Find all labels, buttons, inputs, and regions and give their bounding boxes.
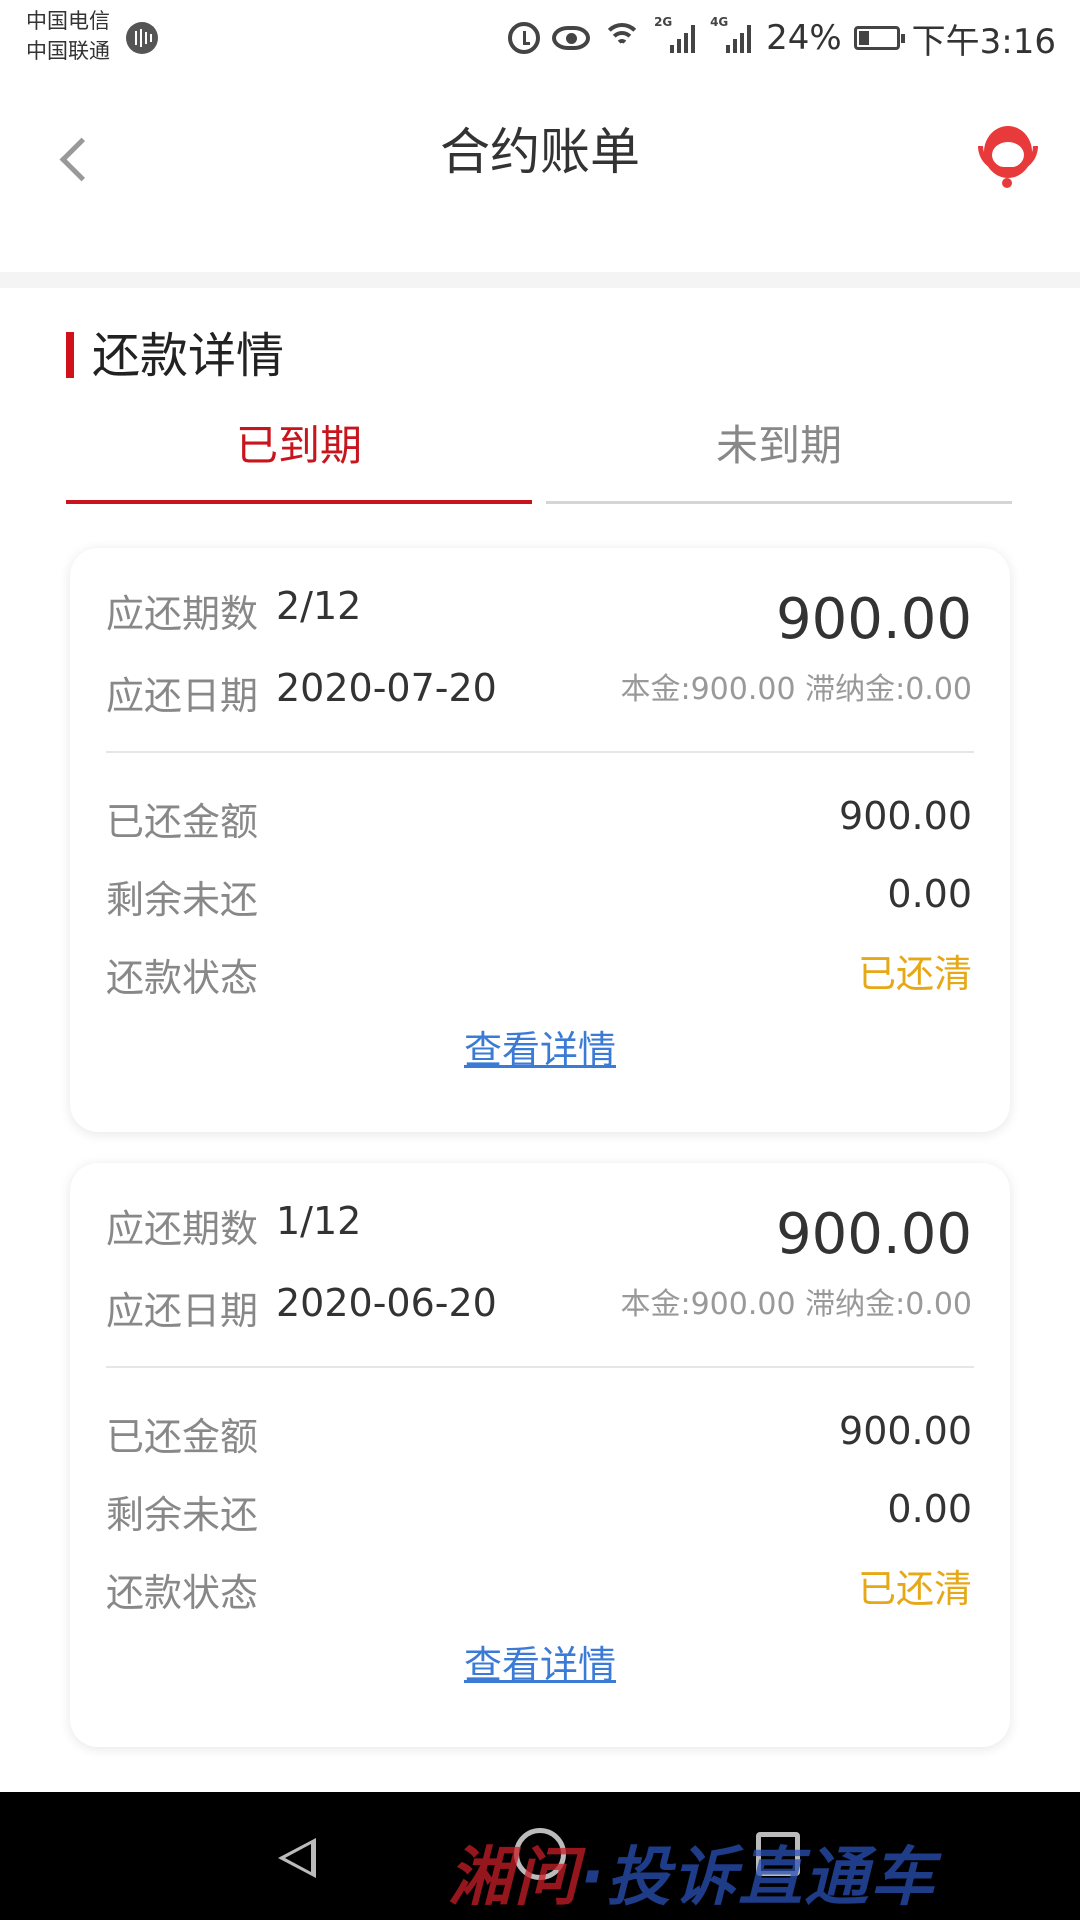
clock: 下午3:16: [911, 21, 1056, 62]
due-date-value: 2020-06-20: [276, 1281, 497, 1325]
tab-due[interactable]: 已到期: [66, 410, 532, 504]
period-value: 1/12: [276, 1199, 362, 1243]
period-label: 应还期数: [106, 592, 259, 636]
wifi-icon: [602, 21, 643, 55]
card-separator: [106, 751, 974, 753]
amount-breakdown: 本金:900.00 滞纳金:0.00: [620, 1287, 972, 1322]
paid-label: 已还金额: [106, 1415, 259, 1459]
bill-card: 应还期数 2/12 应还日期 2020-07-20 900.00 本金:900.…: [70, 548, 1010, 1132]
section-divider: [0, 272, 1080, 288]
alarm-icon: [508, 22, 541, 54]
period-value: 2/12: [276, 584, 362, 628]
status-badge: 已还清: [857, 952, 972, 996]
bill-card: 应还期数 1/12 应还日期 2020-06-20 900.00 本金:900.…: [70, 1163, 1010, 1747]
bill-amount: 900.00: [776, 1202, 972, 1267]
signal-4g-icon: 4G: [710, 15, 754, 55]
paid-label: 已还金额: [106, 800, 259, 844]
amount-breakdown: 本金:900.00 滞纳金:0.00: [620, 672, 972, 707]
battery-charging-icon: [853, 26, 905, 50]
period-label: 应还期数: [106, 1207, 259, 1251]
tab-not-due[interactable]: 未到期: [546, 410, 1012, 504]
status-badge: 已还清: [857, 1567, 972, 1611]
status-icons: 2G 4G 24% 下午3:16: [508, 14, 1056, 62]
nav-bar: 合约账单: [0, 76, 1080, 272]
watermark-logo: 湘问·投诉直通车: [448, 1841, 937, 1915]
carrier-1: 中国电信: [26, 9, 110, 33]
remaining-value: 0.00: [887, 872, 972, 916]
carrier-info: 中国电信 中国联通: [26, 6, 110, 66]
due-date-label: 应还日期: [106, 674, 259, 718]
status-label: 还款状态: [106, 956, 259, 1000]
due-date-label: 应还日期: [106, 1289, 259, 1333]
paid-value: 900.00: [839, 1409, 972, 1453]
due-date-value: 2020-07-20: [276, 666, 497, 710]
remaining-label: 剩余未还: [106, 1493, 259, 1537]
status-label: 还款状态: [106, 1571, 259, 1615]
nav-back-icon[interactable]: [276, 1832, 324, 1882]
section-title: 还款详情: [92, 328, 285, 384]
status-bar: 中国电信 中国联通 2G 4G 24% 下午3:16: [0, 0, 1080, 76]
battery-percent: 24%: [766, 18, 842, 58]
remaining-label: 剩余未还: [106, 878, 259, 922]
customer-service-icon[interactable]: [974, 120, 1042, 188]
paid-value: 900.00: [839, 794, 972, 838]
page-title: 合约账单: [440, 123, 640, 181]
bill-amount: 900.00: [776, 587, 972, 652]
card-separator: [106, 1366, 974, 1368]
view-detail-link[interactable]: 查看详情: [70, 1641, 1010, 1689]
voice-wave-icon: [126, 22, 158, 54]
view-detail-link[interactable]: 查看详情: [70, 1026, 1010, 1074]
eye-comfort-icon: [552, 26, 591, 50]
carrier-2: 中国联通: [26, 39, 110, 63]
due-tabs: 已到期 未到期: [66, 410, 1014, 504]
section-accent-bar: [66, 332, 74, 378]
remaining-value: 0.00: [887, 1487, 972, 1531]
signal-2g-icon: 2G: [654, 15, 698, 55]
